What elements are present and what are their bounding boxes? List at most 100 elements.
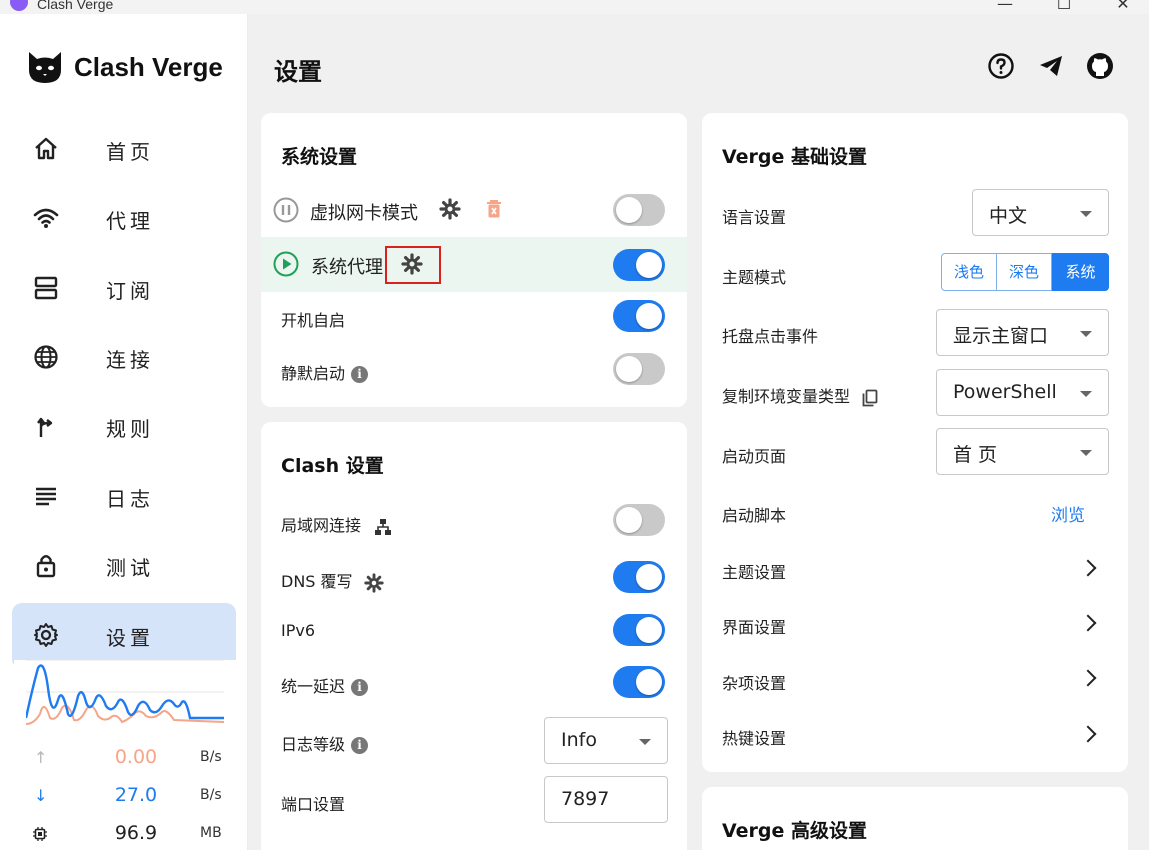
tray-click-select[interactable]: 显示主窗口	[936, 309, 1109, 356]
chevron-right-icon[interactable]	[1079, 725, 1097, 743]
home-icon	[35, 137, 57, 160]
ipv6-label: IPv6	[281, 621, 316, 640]
github-icon[interactable]	[1086, 52, 1114, 80]
tray-click-value: 显示主窗口	[953, 325, 1049, 347]
lan-toggle[interactable]	[613, 504, 665, 536]
upload-arrow-icon: ↑	[34, 748, 48, 767]
dns-toggle[interactable]	[613, 561, 665, 593]
subscription-icon	[34, 276, 58, 300]
lan-label: 局域网连接	[281, 516, 362, 535]
lock-icon	[36, 555, 56, 578]
memory-stat: 96.9 MB	[28, 820, 238, 850]
sidebar-item-label: 首页	[106, 140, 154, 164]
chevron-down-icon	[1080, 390, 1092, 397]
system-proxy-gear-icon[interactable]	[401, 253, 423, 275]
port-input[interactable]: 7897	[544, 776, 668, 823]
play-icon[interactable]	[273, 251, 299, 277]
language-value: 中文	[989, 205, 1028, 227]
system-proxy-toggle[interactable]	[613, 249, 665, 281]
upload-unit: B/s	[200, 749, 222, 765]
hotkey-settings-label: 热键设置	[722, 729, 787, 748]
system-settings-card: 系统设置 虚拟网卡模式 系统代理 开机自启 静默启动 i	[261, 113, 687, 407]
language-select[interactable]: 中文	[972, 189, 1109, 236]
tun-mode-label: 虚拟网卡模式	[310, 203, 418, 224]
log-level-select[interactable]: Info	[544, 717, 668, 764]
traffic-panel: ↑ 0.00 B/s ↓ 27.0 B/s 96.9 MB	[14, 660, 236, 850]
sidebar-item-label: 连接	[106, 348, 154, 372]
start-script-label: 启动脚本	[722, 506, 787, 525]
sidebar-item-logs[interactable]: 日志	[12, 464, 236, 524]
theme-settings-label: 主题设置	[722, 563, 787, 582]
sidebar-item-home[interactable]: 首页	[12, 117, 236, 177]
sidebar-item-connections[interactable]: 连接	[12, 325, 236, 385]
chevron-right-icon[interactable]	[1079, 559, 1097, 577]
download-unit: B/s	[200, 787, 222, 803]
sidebar-item-subscription[interactable]: 订阅	[12, 256, 236, 316]
copy-env-row: 复制环境变量类型	[722, 383, 879, 407]
memory-chip-icon	[33, 827, 47, 841]
wifi-icon	[33, 208, 59, 228]
close-button[interactable]: ✕	[1100, 0, 1146, 13]
upload-value: 0.00	[114, 746, 158, 768]
dns-row: DNS 覆写	[281, 568, 384, 593]
sidebar-item-label: 日志	[106, 487, 154, 511]
page-title: 设置	[274, 58, 322, 86]
maximize-button[interactable]: ☐	[1041, 0, 1087, 13]
theme-mode-label: 主题模式	[722, 268, 787, 287]
chevron-down-icon	[1080, 210, 1092, 217]
dns-settings-gear-icon[interactable]	[364, 572, 384, 593]
dns-label: DNS 覆写	[281, 572, 353, 591]
gear-icon	[34, 623, 58, 647]
download-stat: ↓ 27.0 B/s	[28, 782, 238, 812]
sidebar-item-rules[interactable]: 规则	[12, 394, 236, 454]
verge-basic-title: Verge 基础设置	[722, 146, 868, 168]
silent-start-label: 静默启动	[281, 364, 346, 383]
theme-light-button[interactable]: 浅色	[941, 253, 997, 291]
tun-settings-gear-icon[interactable]	[439, 198, 461, 220]
sidebar: Clash Verge 首页 代理 订阅 连接 规则 日志 测试 设置 ↑ 0.…	[0, 14, 248, 850]
delete-icon[interactable]	[486, 200, 502, 219]
port-value: 7897	[561, 788, 610, 810]
info-icon[interactable]: i	[351, 737, 369, 754]
clash-settings-title: Clash 设置	[281, 455, 384, 477]
theme-system-button[interactable]: 系统	[1052, 253, 1109, 291]
auto-launch-toggle[interactable]	[613, 300, 665, 332]
unified-delay-label: 统一延迟	[281, 677, 346, 696]
log-level-row: 日志等级 i	[281, 731, 369, 755]
info-icon[interactable]: i	[351, 366, 369, 383]
verge-basic-card: Verge 基础设置 语言设置 中文 主题模式 浅色 深色 系统 托盘点击事件 …	[702, 113, 1128, 772]
sidebar-item-label: 测试	[106, 556, 154, 580]
unified-delay-toggle[interactable]	[613, 666, 665, 698]
info-icon[interactable]: i	[351, 679, 369, 696]
copy-icon[interactable]	[861, 389, 879, 407]
sidebar-item-label: 规则	[106, 417, 154, 441]
tray-click-label: 托盘点击事件	[722, 327, 819, 346]
sidebar-item-test[interactable]: 测试	[12, 533, 236, 593]
start-page-select[interactable]: 首 页	[936, 428, 1109, 475]
memory-value: 96.9	[114, 822, 158, 844]
browse-button[interactable]: 浏览	[1051, 501, 1085, 526]
pause-icon[interactable]	[273, 197, 299, 223]
silent-start-toggle[interactable]	[613, 353, 665, 385]
sidebar-item-proxy[interactable]: 代理	[12, 186, 236, 246]
title-bar: Clash Verge — ☐ ✕	[0, 0, 1149, 14]
telegram-icon[interactable]	[1037, 52, 1065, 80]
theme-dark-button[interactable]: 深色	[996, 253, 1052, 291]
ipv6-toggle[interactable]	[613, 614, 665, 646]
minimize-button[interactable]: —	[982, 0, 1028, 13]
language-label: 语言设置	[722, 208, 787, 227]
chevron-down-icon	[1080, 330, 1092, 337]
help-icon[interactable]	[987, 52, 1015, 80]
system-proxy-row: 系统代理	[261, 237, 687, 292]
rules-icon	[37, 417, 53, 437]
tun-mode-toggle[interactable]	[613, 194, 665, 226]
chevron-down-icon	[1080, 449, 1092, 456]
auto-launch-label: 开机自启	[281, 311, 346, 330]
chevron-right-icon[interactable]	[1079, 669, 1097, 687]
sidebar-item-label: 代理	[106, 209, 154, 233]
log-level-label: 日志等级	[281, 735, 346, 754]
verge-advanced-title: Verge 高级设置	[722, 820, 868, 842]
copy-env-value: PowerShell	[953, 381, 1057, 403]
copy-env-select[interactable]: PowerShell	[936, 369, 1109, 416]
chevron-right-icon[interactable]	[1079, 614, 1097, 632]
